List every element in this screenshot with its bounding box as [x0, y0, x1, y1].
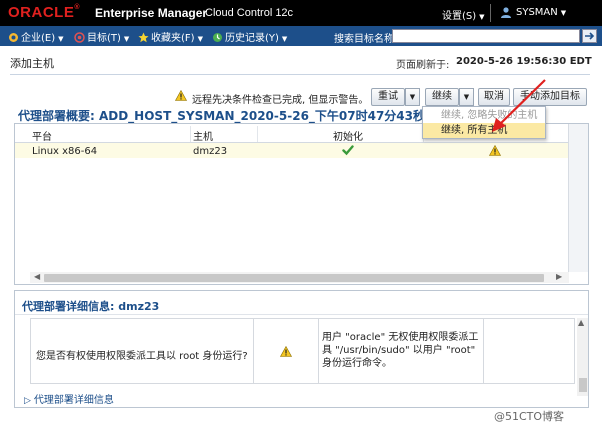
divider: [15, 314, 588, 315]
settings-menu[interactable]: 设置(S) ▼: [442, 7, 485, 22]
refresh-time: 2020-5-26 19:56:30 EDT: [456, 56, 592, 67]
search-go-button[interactable]: [582, 29, 597, 43]
chevron-down-icon: ▼: [281, 35, 288, 43]
column-header-init[interactable]: 初始化: [333, 128, 363, 143]
divider: [10, 74, 590, 75]
chevron-down-icon: ▼: [58, 35, 64, 43]
chevron-down-icon: ▼: [197, 35, 203, 43]
column-divider: [318, 318, 319, 384]
menu-targets[interactable]: 目标(T) ▼: [74, 29, 129, 44]
table-row[interactable]: [15, 143, 568, 158]
warning-message: 远程先决条件检查已完成, 但显示警告。: [192, 95, 369, 106]
target-icon: [74, 32, 85, 43]
warning-icon: [489, 145, 501, 156]
oracle-logo: ORACLE®: [8, 4, 81, 21]
cell-platform: Linux x86-64: [32, 146, 98, 157]
deployment-details-expander[interactable]: ▷ 代理部署详细信息: [24, 391, 114, 406]
menu-favorites[interactable]: 收藏夹(F) ▼: [138, 29, 203, 44]
watermark: @51CTO博客: [494, 410, 565, 423]
menu-enterprise[interactable]: 企业(E) ▼: [8, 29, 64, 44]
menu-history[interactable]: 历史记录(Y) ▼: [212, 29, 287, 44]
star-icon: [138, 32, 149, 43]
history-icon: [213, 33, 222, 42]
column-header-host[interactable]: 主机: [193, 128, 213, 143]
continue-menu-button[interactable]: ▼: [459, 88, 474, 106]
warning-icon: [280, 346, 292, 357]
chevron-down-icon: ▼: [560, 9, 567, 17]
chevron-down-icon: ▼: [409, 93, 416, 101]
retry-menu-button[interactable]: ▼: [405, 88, 420, 106]
column-header-platform[interactable]: 平台: [32, 128, 52, 143]
scrollbar-thumb[interactable]: [44, 274, 544, 282]
chevron-right-icon: ▷: [24, 396, 31, 406]
enterprise-icon: [9, 33, 18, 42]
menu-bar: 企业(E) ▼ 目标(T) ▼ 收藏夹(F) ▼ 历史记录(Y) ▼ 搜索目标名称: [0, 26, 602, 46]
chevron-down-icon: ▼: [123, 35, 130, 43]
search-input[interactable]: [392, 29, 580, 43]
product-name: Enterprise Manager: [95, 6, 208, 20]
user-menu[interactable]: SYSMAN ▼: [516, 7, 566, 18]
title-bar: ORACLE® Enterprise Manager Cloud Control…: [0, 0, 602, 26]
scroll-up-icon[interactable]: ▲: [578, 318, 584, 327]
retry-button[interactable]: 重试: [371, 88, 405, 106]
prereq-question: 您是否有权使用权限委派工具以 root 身份运行?: [36, 351, 248, 362]
search-label: 搜索目标名称: [334, 34, 394, 45]
warning-icon: [175, 90, 187, 101]
annotation-arrow-icon: [492, 79, 546, 132]
continue-button[interactable]: 继续: [425, 88, 459, 106]
checkmark-icon: [342, 145, 354, 156]
product-edition: Cloud Control 12c: [205, 7, 294, 19]
column-divider: [483, 318, 484, 384]
scroll-right-icon[interactable]: ▶: [556, 272, 562, 281]
deployment-details-title: 代理部署详细信息: dmz23: [22, 300, 160, 313]
refresh-label: 页面刷新于:: [396, 60, 450, 71]
page-title: 添加主机: [10, 57, 54, 70]
cell-host: dmz23: [193, 146, 228, 157]
scrollbar-thumb[interactable]: [579, 378, 587, 392]
arrow-right-icon: [585, 32, 595, 40]
deployment-summary-title: 代理部署概要: ADD_HOST_SYSMAN_2020-5-26_下午07时4…: [18, 109, 426, 123]
column-divider: [253, 318, 254, 384]
divider: [490, 4, 491, 22]
chevron-down-icon: ▼: [479, 13, 485, 21]
scroll-left-icon[interactable]: ◀: [34, 272, 40, 281]
chevron-down-icon: ▼: [463, 93, 470, 101]
prereq-answer: 用户 "oracle" 无权使用权限委派工具 "/usr/bin/sudo" 以…: [322, 332, 479, 369]
table-vertical-scrollbar[interactable]: [568, 124, 588, 272]
user-icon: [501, 7, 511, 18]
